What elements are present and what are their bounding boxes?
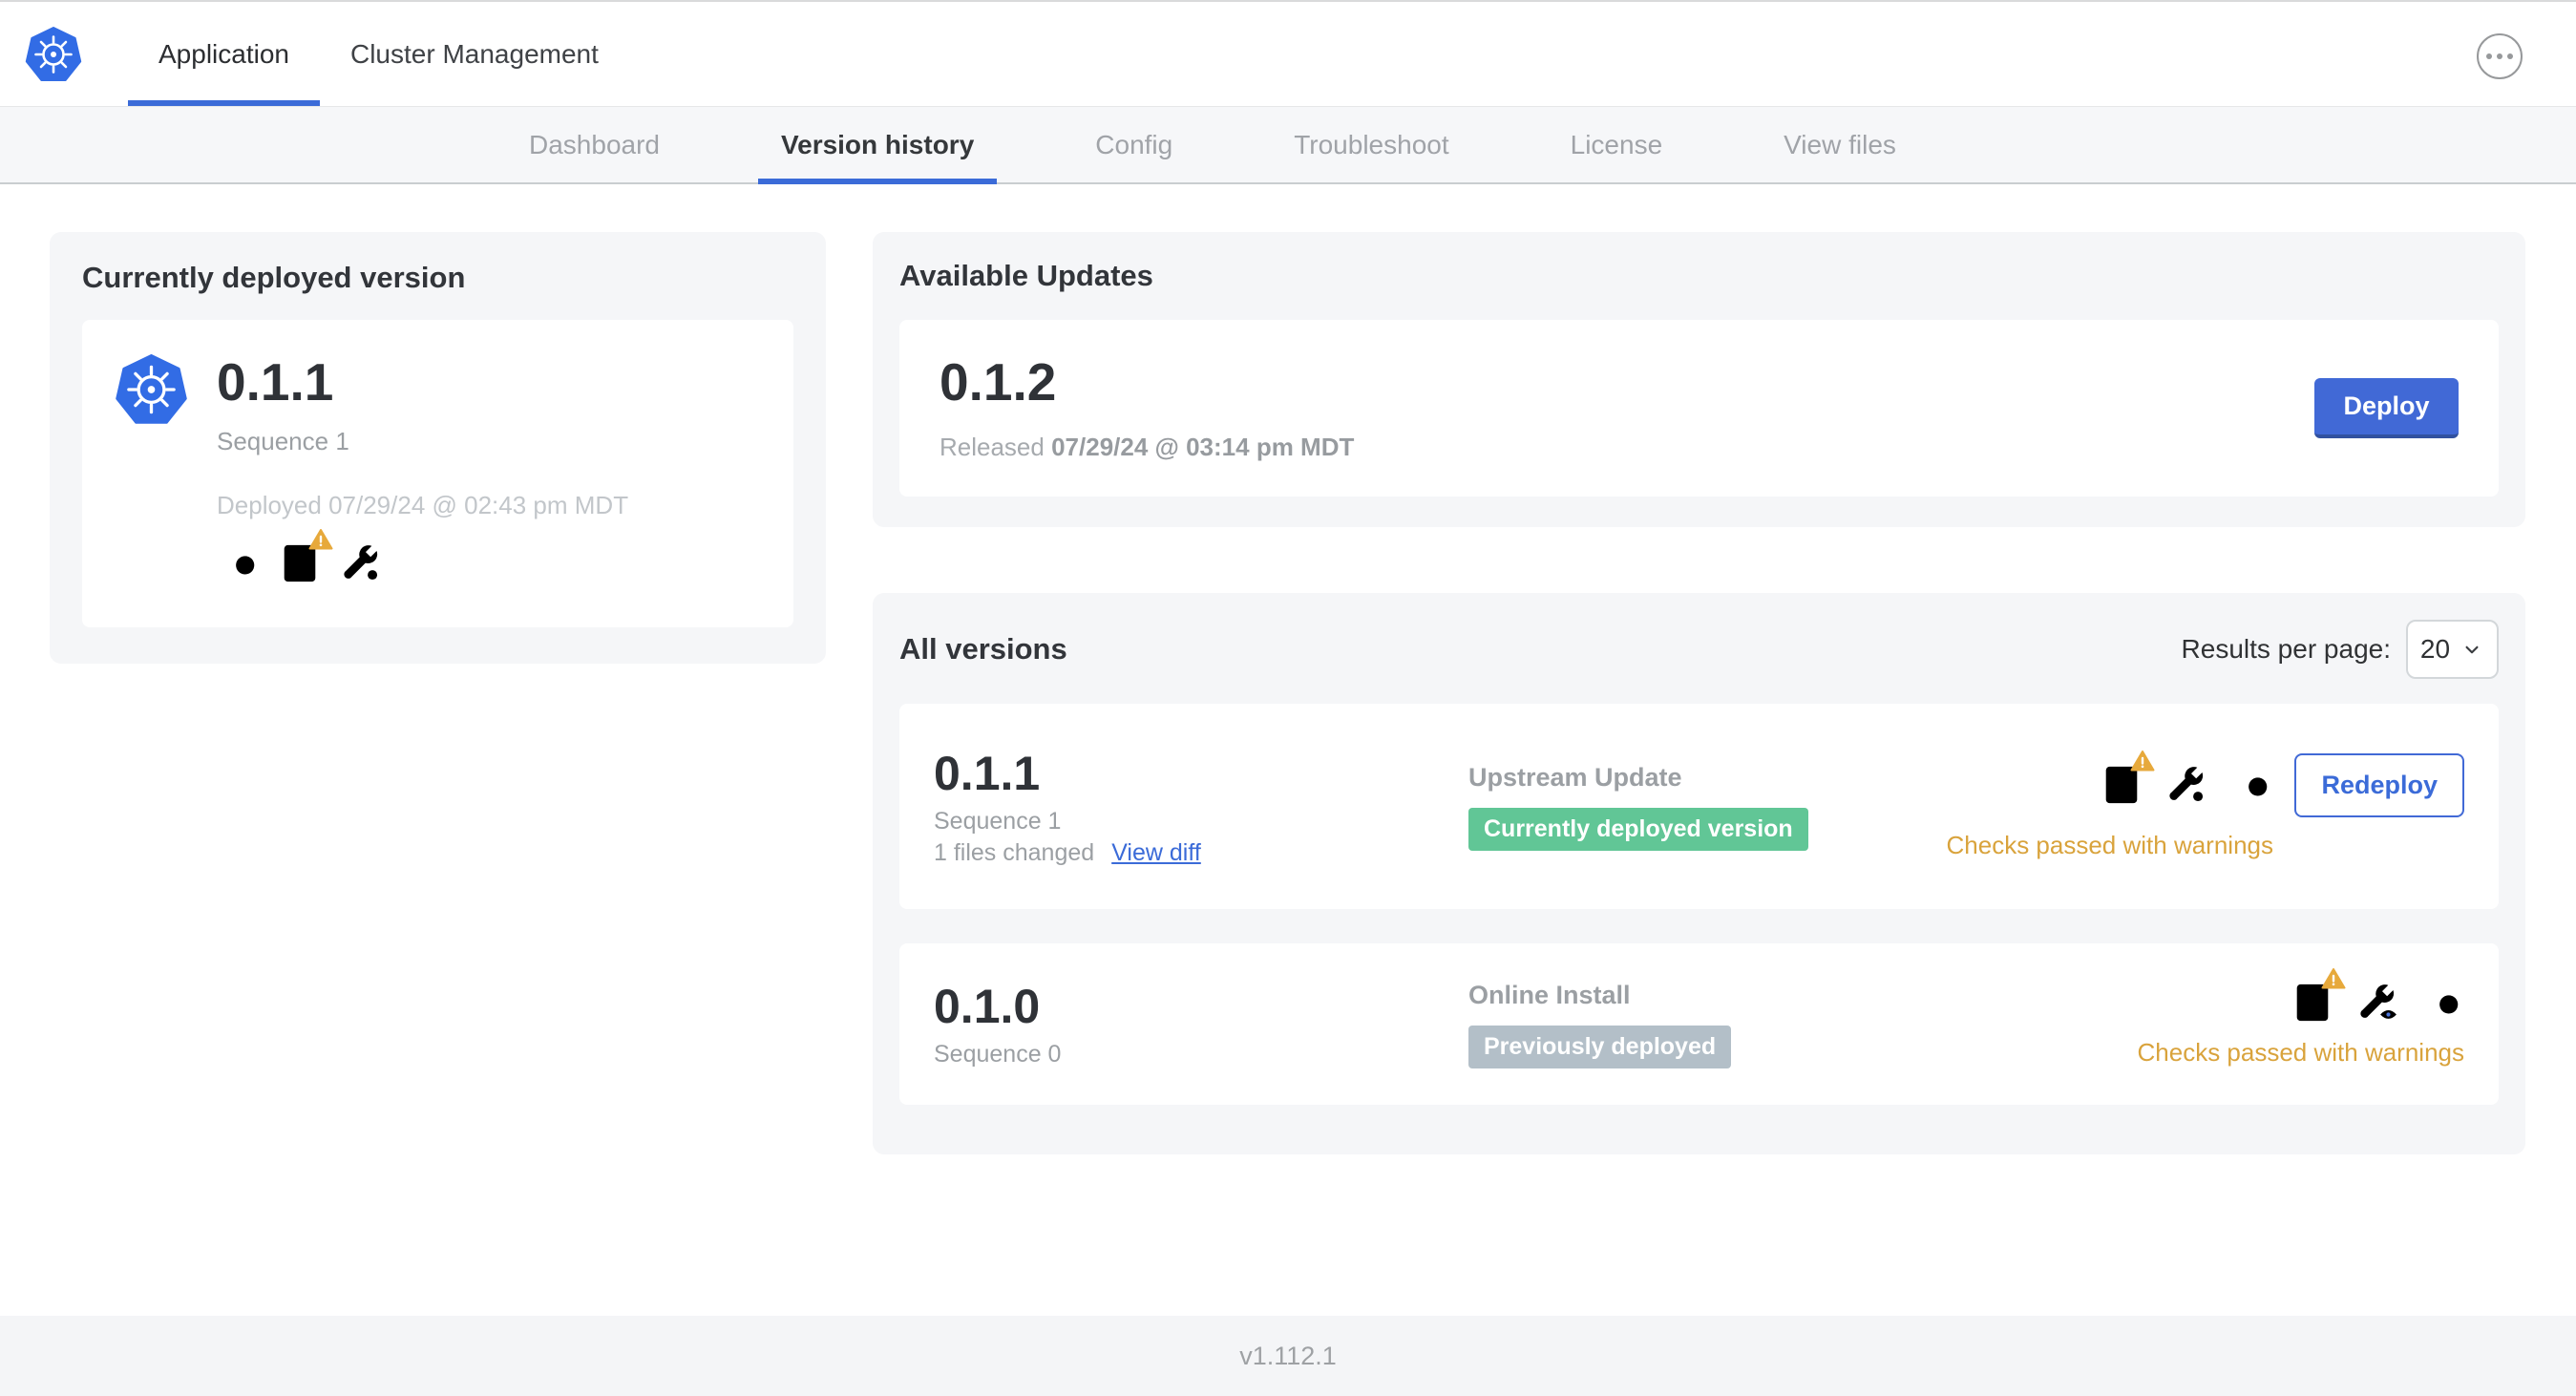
chevron-down-icon xyxy=(2465,645,2479,654)
ellipsis-icon xyxy=(2496,53,2503,60)
main-content: Currently deployed version 0.1.1 Sequenc… xyxy=(0,184,2576,1316)
tab-application-label: Application xyxy=(158,38,289,69)
subnav-troubleshoot[interactable]: Troubleshoot xyxy=(1271,107,1471,182)
subnav-dashboard-label: Dashboard xyxy=(529,129,660,159)
results-per-page-select[interactable]: 20 xyxy=(2406,620,2499,679)
version-row: 0.1.0 Sequence 0 Online Install Previous… xyxy=(899,943,2499,1105)
ellipsis-icon xyxy=(2485,53,2493,60)
tab-cluster-management-label: Cluster Management xyxy=(349,38,599,69)
released-prefix: Released xyxy=(940,433,1045,461)
warning-triangle-icon xyxy=(2321,967,2346,989)
subnav-version-history-label: Version history xyxy=(780,129,975,159)
ellipsis-icon xyxy=(2506,53,2514,60)
row-files-changed: 1 files changed xyxy=(934,838,1095,866)
available-updates-panel: Available Updates 0.1.2 Released 07/29/2… xyxy=(873,232,2525,527)
subnav-troubleshoot-label: Troubleshoot xyxy=(1294,129,1449,159)
diff-icon[interactable] xyxy=(2420,981,2464,1025)
results-per-page-label: Results per page: xyxy=(2181,634,2391,664)
subnav-config[interactable]: Config xyxy=(1072,107,1195,182)
row-sequence: Sequence 1 xyxy=(934,807,1062,835)
console-version: v1.112.1 xyxy=(1239,1341,1337,1370)
deploy-button[interactable]: Deploy xyxy=(2314,378,2459,438)
subnav-view-files[interactable]: View files xyxy=(1761,107,1919,182)
deployed-sequence: Sequence 1 xyxy=(217,427,349,455)
preflight-checks-warning-icon[interactable] xyxy=(2100,750,2156,807)
app-header: Application Cluster Management xyxy=(0,0,2576,107)
redeploy-button[interactable]: Redeploy xyxy=(2294,752,2464,817)
warning-triangle-icon xyxy=(308,528,333,550)
row-sequence: Sequence 0 xyxy=(934,1041,1062,1068)
config-edit-icon[interactable] xyxy=(2164,763,2208,807)
subnav-dashboard[interactable]: Dashboard xyxy=(506,107,683,182)
deployed-status-badge: Previously deployed xyxy=(1468,1025,1732,1068)
row-version-number: 0.1.0 xyxy=(934,980,1041,1033)
deployed-timestamp: Deployed 07/29/24 @ 02:43 pm MDT xyxy=(217,491,629,519)
all-versions-panel: All versions Results per page: 20 0.1.1 … xyxy=(873,593,2525,1154)
preflight-checks-warning-icon[interactable] xyxy=(2291,967,2346,1025)
subnav-license[interactable]: License xyxy=(1548,107,1686,182)
tab-cluster-management[interactable]: Cluster Management xyxy=(320,2,629,106)
version-row: 0.1.1 Sequence 1 1 files changed View di… xyxy=(899,704,2499,909)
available-updates-title: Available Updates xyxy=(899,259,1153,292)
kubernetes-app-icon xyxy=(115,354,188,425)
diff-icon[interactable] xyxy=(217,541,261,585)
config-view-icon[interactable] xyxy=(2355,981,2399,1025)
app-subnav: Dashboard Version history Config Trouble… xyxy=(0,107,2576,184)
config-edit-icon[interactable] xyxy=(339,541,383,585)
warning-triangle-icon xyxy=(2130,750,2156,772)
all-versions-title: All versions xyxy=(899,632,1067,666)
top-tabs: Application Cluster Management xyxy=(128,2,629,106)
deployed-status-badge: Currently deployed version xyxy=(1468,807,1808,851)
diff-icon[interactable] xyxy=(2229,763,2273,807)
currently-deployed-card: 0.1.1 Sequence 1 Deployed 07/29/24 @ 02:… xyxy=(82,320,793,627)
currently-deployed-panel: Currently deployed version 0.1.1 Sequenc… xyxy=(50,232,826,664)
preflight-status-text[interactable]: Checks passed with warnings xyxy=(2138,1038,2465,1068)
subnav-view-files-label: View files xyxy=(1784,129,1896,159)
update-version-number: 0.1.2 xyxy=(940,352,1057,412)
row-version-number: 0.1.1 xyxy=(934,746,1041,800)
view-diff-link[interactable]: View diff xyxy=(1111,839,1201,867)
preflight-checks-warning-icon[interactable] xyxy=(278,528,333,585)
released-timestamp: 07/29/24 @ 03:14 pm MDT xyxy=(1051,433,1355,461)
available-update-card: 0.1.2 Released 07/29/24 @ 03:14 pm MDT D… xyxy=(899,320,2499,497)
results-per-page-value: 20 xyxy=(2419,634,2451,664)
subnav-version-history[interactable]: Version history xyxy=(757,107,998,184)
update-released-line: Released 07/29/24 @ 03:14 pm MDT xyxy=(940,433,1354,462)
more-menu-button[interactable] xyxy=(2477,33,2523,79)
tab-application[interactable]: Application xyxy=(128,2,320,106)
currently-deployed-title: Currently deployed version xyxy=(82,261,466,294)
kubernetes-logo-icon xyxy=(25,2,82,106)
row-source-label: Online Install xyxy=(1468,980,1631,1009)
preflight-status-text[interactable]: Checks passed with warnings xyxy=(1947,831,2274,860)
subnav-config-label: Config xyxy=(1095,129,1173,159)
app-footer: v1.112.1 xyxy=(0,1316,2576,1396)
row-source-label: Upstream Update xyxy=(1468,762,1682,792)
deployed-version-number: 0.1.1 xyxy=(217,352,334,412)
subnav-license-label: License xyxy=(1570,129,1663,159)
